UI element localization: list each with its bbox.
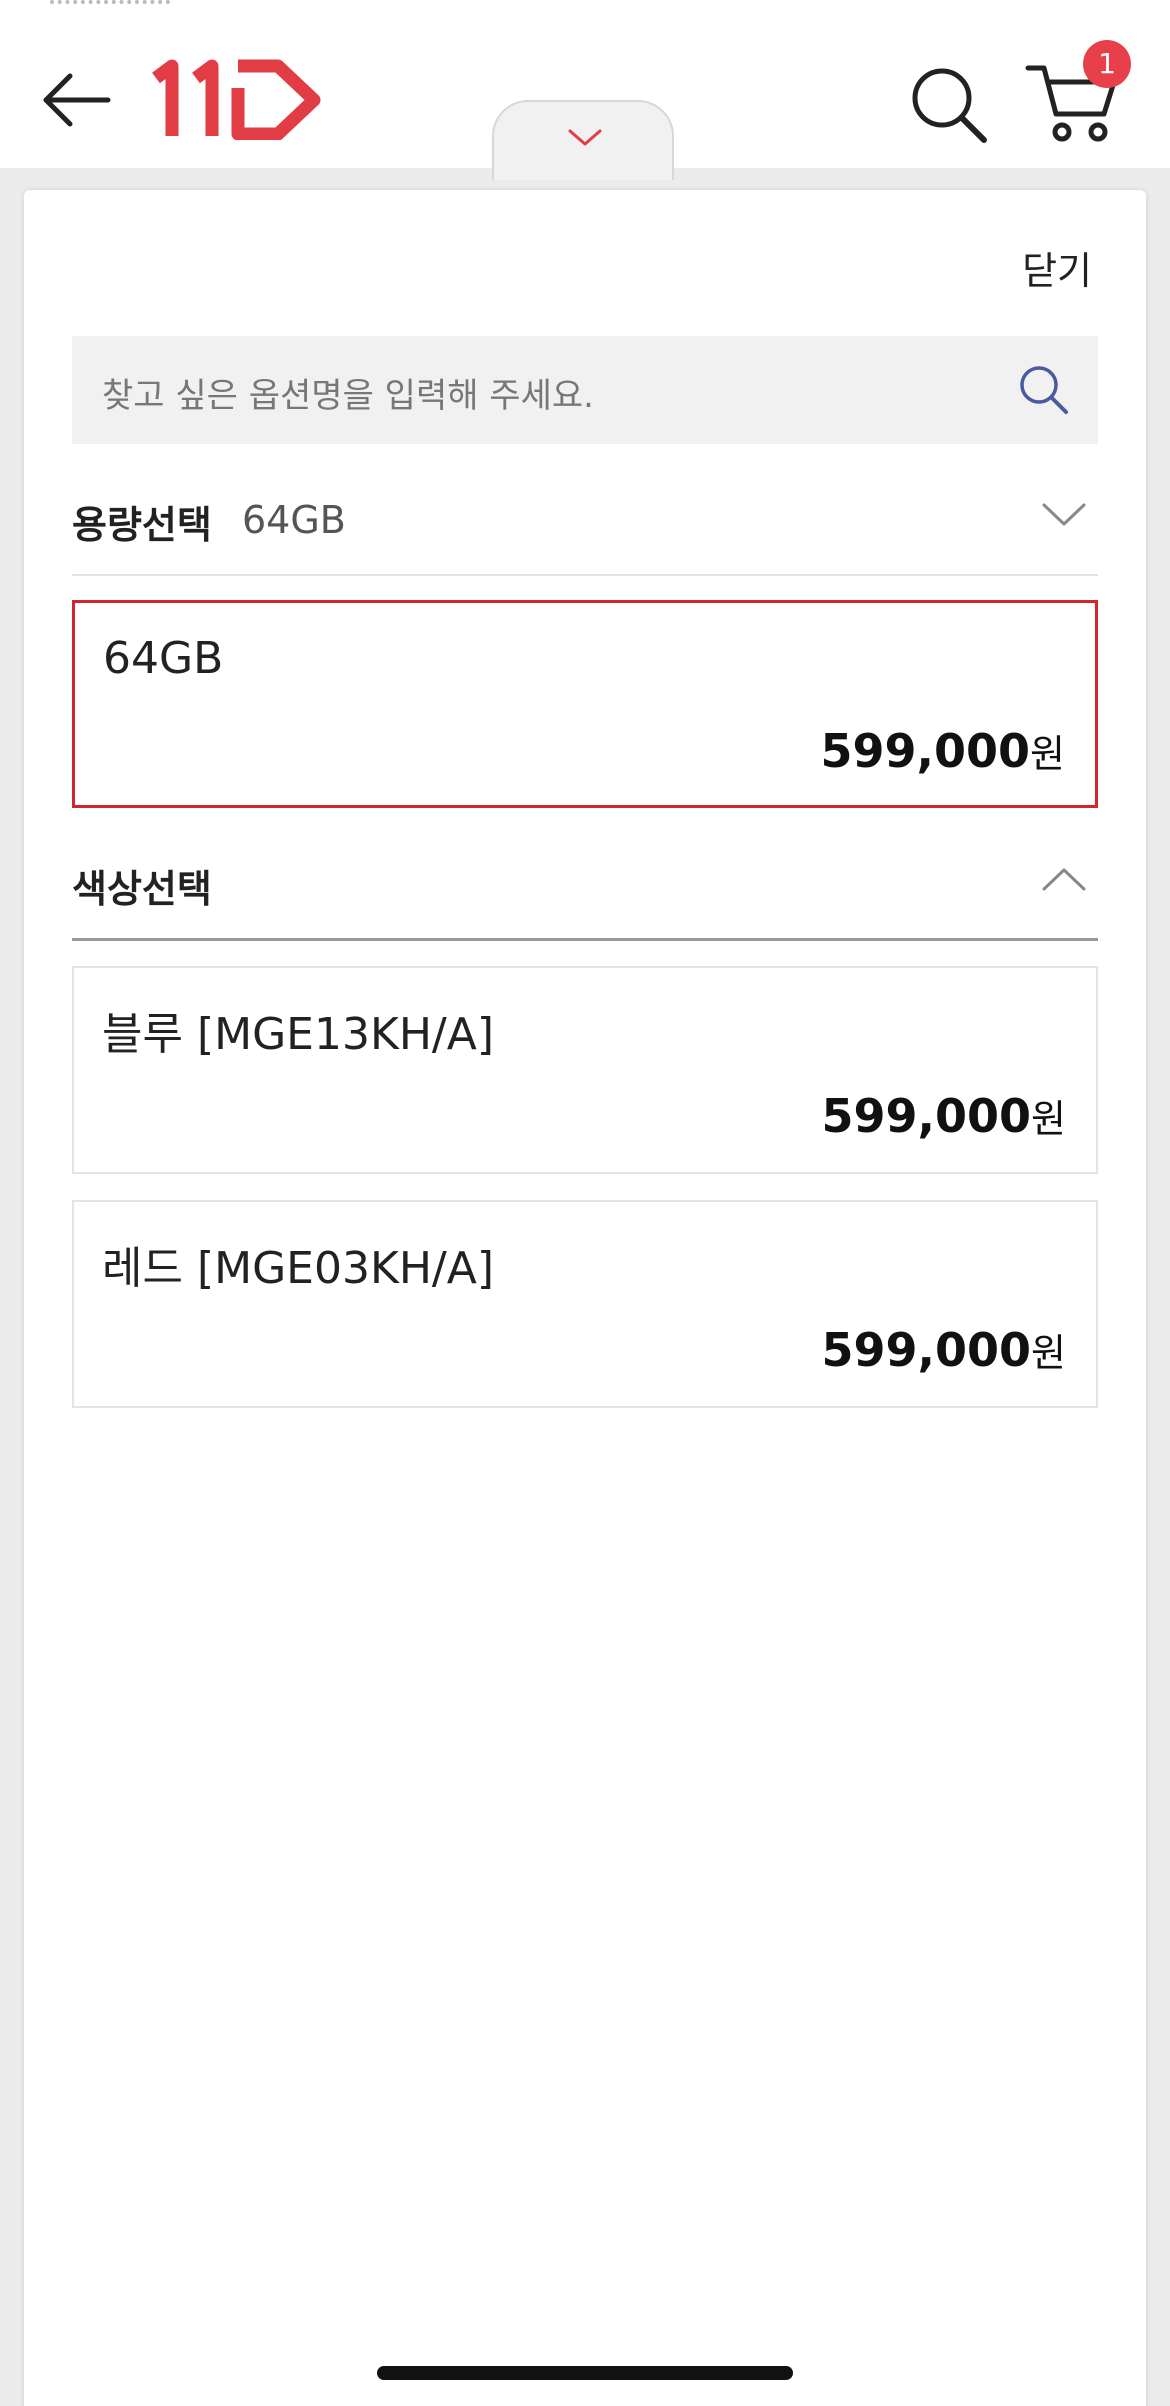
option-price: 599,000원 (822, 1322, 1066, 1377)
logo-11st[interactable] (150, 58, 330, 141)
price-unit: 원 (1031, 1097, 1066, 1141)
search-icon[interactable] (1014, 360, 1074, 420)
chevron-down-icon (568, 129, 602, 146)
chevron-up-icon (1042, 868, 1086, 891)
page: 1 닫기 찾고 싶은 옵션명을 입력해 주세요. 용량선택 64GB 64GB (0, 0, 1170, 2406)
option-price: 599,000원 (822, 1088, 1066, 1143)
divider (72, 938, 1098, 941)
option-search-input[interactable]: 찾고 싶은 옵션명을 입력해 주세요. (72, 336, 1098, 444)
color-title: 색상선택 (72, 867, 212, 911)
color-option-blue[interactable]: 블루 [MGE13KH/A] 599,000원 (72, 966, 1098, 1174)
chevron-down-icon (1042, 503, 1086, 526)
color-option-red[interactable]: 레드 [MGE03KH/A] 599,000원 (72, 1200, 1098, 1408)
color-section-header[interactable]: 색상선택 (72, 844, 1098, 926)
option-name: 64GB (103, 633, 224, 684)
divider (72, 574, 1098, 576)
capacity-option-64gb[interactable]: 64GB 599,000원 (72, 600, 1098, 808)
status-bar-remnant (50, 0, 170, 6)
option-name: 레드 [MGE03KH/A] (102, 1243, 494, 1294)
cart-count-badge: 1 (1083, 40, 1131, 88)
home-indicator[interactable] (377, 2366, 793, 2380)
search-placeholder: 찾고 싶은 옵션명을 입력해 주세요. (102, 376, 594, 416)
back-button[interactable] (38, 62, 118, 142)
logo-11st-icon (152, 59, 321, 141)
capacity-title: 용량선택 (72, 503, 212, 547)
price-unit: 원 (1031, 1331, 1066, 1375)
price-unit: 원 (1030, 732, 1065, 776)
search-icon (912, 68, 987, 143)
close-button[interactable]: 닫기 (1022, 240, 1092, 295)
price-value: 599,000 (821, 1323, 1032, 1377)
back-arrow-icon (43, 73, 111, 127)
option-price: 599,000원 (821, 723, 1065, 778)
capacity-section-header[interactable]: 용량선택 64GB (72, 480, 1098, 562)
option-sheet: 닫기 찾고 싶은 옵션명을 입력해 주세요. 용량선택 64GB 64GB 59… (24, 190, 1146, 2406)
sheet-pull-tab[interactable] (492, 100, 674, 180)
price-value: 599,000 (820, 724, 1031, 778)
capacity-selected-value: 64GB (242, 498, 346, 542)
header-search-button[interactable] (904, 60, 994, 150)
price-value: 599,000 (821, 1089, 1032, 1143)
option-name: 블루 [MGE13KH/A] (102, 1009, 494, 1060)
